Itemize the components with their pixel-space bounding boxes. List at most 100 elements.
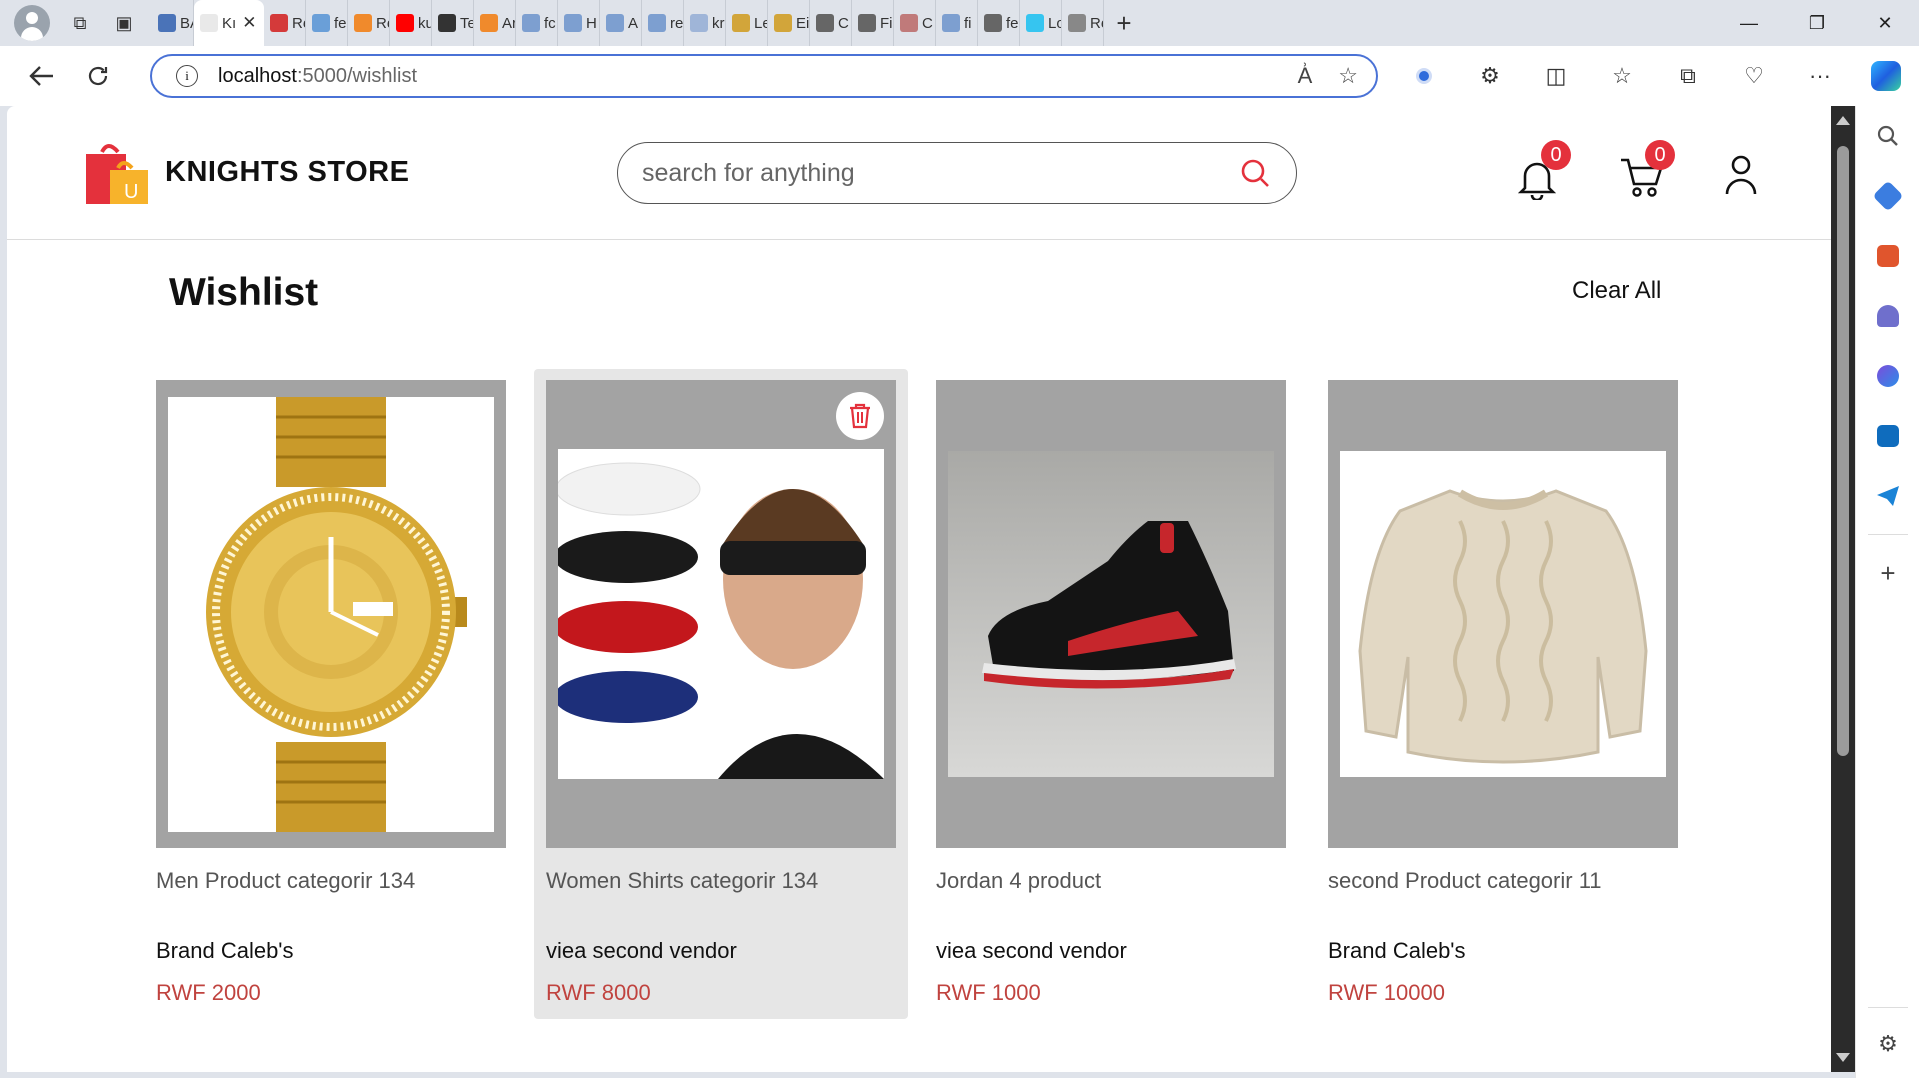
browser-tab[interactable]: C <box>810 0 852 46</box>
page-viewport: U KNIGHTS STORE 0 0 <box>7 106 1831 1072</box>
close-window-icon[interactable]: ✕ <box>1851 0 1919 46</box>
favorite-star-icon[interactable]: ☆ <box>1338 63 1358 89</box>
browser-tab[interactable]: Lo <box>1020 0 1062 46</box>
notifications-button[interactable]: 0 <box>1517 140 1571 205</box>
scroll-down-arrow-icon[interactable] <box>1836 1053 1850 1062</box>
browser-tab[interactable]: BA <box>152 0 194 46</box>
sidebar-divider <box>1867 534 1908 535</box>
clear-all-button[interactable]: Clear All <box>1572 277 1661 305</box>
tab-favicon-icon <box>158 14 176 32</box>
product-name[interactable]: second Product categorir 11 <box>1328 866 1658 896</box>
sweater-icon <box>1358 489 1648 764</box>
restore-icon[interactable]: ❐ <box>1783 0 1851 46</box>
sidebar-add-icon[interactable]: + <box>1856 543 1919 603</box>
browser-tab[interactable]: Re <box>348 0 390 46</box>
browser-tab[interactable]: Fi <box>852 0 894 46</box>
browser-tab[interactable]: kr <box>684 0 726 46</box>
tab-favicon-icon <box>900 14 918 32</box>
sidebar-shopping-icon[interactable] <box>1856 166 1919 226</box>
split-screen-icon[interactable]: ◫ <box>1523 63 1589 89</box>
vertical-tabs-icon[interactable]: ▣ <box>102 0 146 46</box>
product-image-frame[interactable] <box>156 380 506 848</box>
sidebar-tools-icon[interactable] <box>1856 226 1919 286</box>
copilot-icon[interactable] <box>1853 61 1919 91</box>
page-scrollbar[interactable] <box>1831 106 1855 1072</box>
search-input[interactable] <box>642 155 1202 191</box>
sidebar-search-icon[interactable] <box>1856 106 1919 166</box>
product-name[interactable]: Women Shirts categorir 134 <box>546 866 876 896</box>
delete-from-wishlist-button[interactable] <box>836 392 884 440</box>
product-image <box>558 449 884 779</box>
read-aloud-icon[interactable]: A͗ <box>1298 63 1313 89</box>
workspaces-icon[interactable]: ⧉ <box>58 0 102 46</box>
toolbar-right-icons: ⚙ ◫ ☆ ⧉ ♡ ··· <box>1391 46 1919 106</box>
tab-label: A <box>628 14 639 32</box>
tab-favicon-icon <box>858 14 876 32</box>
url-text[interactable]: localhost:5000/wishlist <box>218 65 417 88</box>
browser-tab[interactable]: H <box>558 0 600 46</box>
product-image-frame[interactable] <box>936 380 1286 848</box>
browser-tab[interactable]: A <box>600 0 642 46</box>
browser-tab[interactable]: Ar <box>474 0 516 46</box>
sidebar-settings-gear-icon[interactable]: ⚙ <box>1856 1014 1919 1074</box>
browser-tab[interactable]: Re <box>1062 0 1104 46</box>
product-name[interactable]: Men Product categorir 134 <box>156 866 486 896</box>
more-menu-icon[interactable]: ··· <box>1787 63 1853 89</box>
wishlist-card[interactable]: Men Product categorir 134 Brand Caleb's … <box>156 380 506 1020</box>
store-logo-icon[interactable]: U <box>80 138 150 206</box>
wishlist-card[interactable]: second Product categorir 11 Brand Caleb'… <box>1328 380 1678 1020</box>
favorites-icon[interactable]: ☆ <box>1589 63 1655 89</box>
browser-tab[interactable]: fe <box>306 0 348 46</box>
new-tab-button[interactable]: + <box>1104 0 1144 46</box>
reload-icon[interactable] <box>70 54 126 98</box>
site-info-icon[interactable]: i <box>176 65 198 87</box>
tab-favicon-icon <box>480 14 498 32</box>
wishlist-card[interactable]: Jordan 4 product viea second vendor RWF … <box>936 380 1286 1020</box>
sidebar-telegram-icon[interactable] <box>1856 466 1919 526</box>
browser-tab[interactable]: ku <box>390 0 432 46</box>
tab-list: BA Kı ✕ Re fe Re ku Te Ar fc H Are kr Le Ei C Fi Cfi fe Lo R… <box>152 0 1104 46</box>
browser-essentials-icon[interactable]: ♡ <box>1721 63 1787 89</box>
browser-tab[interactable]: fc <box>516 0 558 46</box>
account-button[interactable] <box>1724 154 1758 201</box>
browser-tab[interactable]: Te <box>432 0 474 46</box>
tab-label: Re <box>1090 14 1103 32</box>
collections-icon[interactable]: ⧉ <box>1655 63 1721 89</box>
product-image-frame[interactable] <box>546 380 896 848</box>
browser-tab[interactable]: Ei <box>768 0 810 46</box>
scroll-up-arrow-icon[interactable] <box>1836 116 1850 125</box>
scrollbar-thumb[interactable] <box>1837 146 1849 756</box>
tab-label: fc <box>544 14 556 32</box>
extensions-icon[interactable]: ⚙ <box>1457 63 1523 89</box>
window-controls: — ❐ ✕ <box>1715 0 1919 46</box>
browser-tab[interactable]: fi <box>936 0 978 46</box>
back-arrow-icon[interactable] <box>14 54 70 98</box>
product-image-frame[interactable] <box>1328 380 1678 848</box>
copilot-dot-icon[interactable] <box>1391 68 1457 84</box>
browser-tab[interactable]: Kı ✕ <box>194 0 264 46</box>
browser-tab[interactable]: fe <box>978 0 1020 46</box>
sidebar-copilot-icon[interactable] <box>1856 346 1919 406</box>
wishlist-card[interactable]: Women Shirts categorir 134 viea second v… <box>534 369 908 1019</box>
headbands-icon <box>558 449 884 779</box>
browser-tab[interactable]: Re <box>264 0 306 46</box>
address-bar[interactable]: i localhost:5000/wishlist A͗ ☆ <box>150 54 1378 98</box>
tab-label: re <box>670 14 684 32</box>
tab-favicon-icon <box>732 14 750 32</box>
browser-tab[interactable]: Le <box>726 0 768 46</box>
close-tab-icon[interactable]: ✕ <box>242 13 256 33</box>
sidebar-games-icon[interactable] <box>1856 286 1919 346</box>
search-icon[interactable] <box>1240 158 1270 188</box>
product-price: RWF 10000 <box>1328 980 1445 1005</box>
product-vendor: viea second vendor <box>936 938 1127 963</box>
store-brand-name[interactable]: KNIGHTS STORE <box>165 156 409 189</box>
browser-tab[interactable]: re <box>642 0 684 46</box>
sidebar-outlook-icon[interactable] <box>1856 406 1919 466</box>
cart-button[interactable]: 0 <box>1619 140 1675 203</box>
minimize-icon[interactable]: — <box>1715 0 1783 46</box>
browser-tab[interactable]: C <box>894 0 936 46</box>
sneaker-icon <box>982 521 1236 689</box>
tab-label: Ei <box>796 14 810 32</box>
profile-avatar-icon[interactable] <box>14 5 50 41</box>
product-name[interactable]: Jordan 4 product <box>936 866 1266 896</box>
